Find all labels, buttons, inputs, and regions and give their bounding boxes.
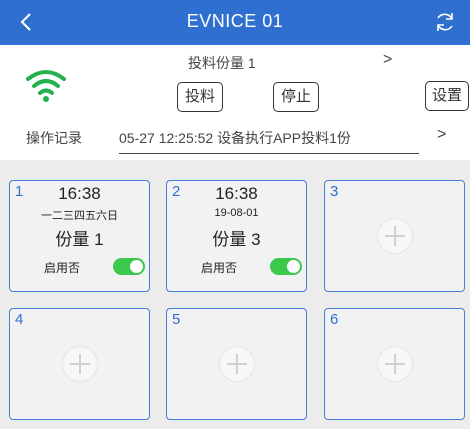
slot-number: 3 — [330, 183, 339, 200]
page-title: EVNICE 01 — [186, 11, 284, 31]
feed-portion-label: 投料份量 1 — [188, 55, 256, 71]
toggle-knob — [130, 260, 143, 273]
schedule-card-3[interactable]: 3 — [324, 180, 465, 292]
toggle-knob — [287, 260, 300, 273]
log-label: 操作记录 — [26, 130, 82, 146]
schedule-portion: 份量 1 — [55, 230, 104, 249]
wifi-icon — [26, 70, 66, 102]
schedule-card-6[interactable]: 6 — [324, 308, 465, 420]
refresh-button[interactable] — [432, 9, 458, 35]
enable-label: 启用否 — [44, 261, 81, 275]
schedule-card-4[interactable]: 4 — [9, 308, 150, 420]
plus-icon — [69, 354, 90, 374]
schedule-card-5[interactable]: 5 — [166, 308, 307, 420]
log-entry[interactable]: 05-27 12:25:52 设备执行APP投料1份 — [119, 128, 419, 154]
schedule-grid: 1 16:38 一二三四五六日 份量 1 启用否 2 16:38 19-08-0… — [0, 160, 470, 429]
schedule-portion: 份量 3 — [212, 230, 261, 249]
schedule-days: 一二三四五六日 — [41, 210, 118, 222]
top-bar: EVNICE 01 — [0, 0, 470, 45]
schedule-card-1[interactable]: 1 16:38 一二三四五六日 份量 1 启用否 — [9, 180, 150, 292]
control-panel: 投料份量 1 > 投料 停止 设置 操作记录 05-27 12:25:52 设备… — [0, 45, 470, 160]
portion-arrow[interactable]: > — [383, 51, 392, 69]
settings-button[interactable]: 设置 — [425, 81, 469, 111]
add-schedule-button[interactable] — [219, 347, 254, 381]
slot-number: 4 — [15, 311, 24, 328]
feed-button[interactable]: 投料 — [177, 82, 223, 112]
schedule-time: 16:38 — [58, 184, 101, 203]
stop-button[interactable]: 停止 — [273, 82, 319, 112]
schedule-time: 16:38 — [215, 184, 258, 203]
plus-icon — [384, 354, 405, 374]
add-schedule-button[interactable] — [62, 347, 97, 381]
schedule-date: 19-08-01 — [214, 207, 259, 219]
enable-toggle[interactable] — [270, 258, 302, 275]
add-schedule-button[interactable] — [377, 219, 412, 253]
add-schedule-button[interactable] — [377, 347, 412, 381]
plus-icon — [384, 226, 405, 246]
enable-label: 启用否 — [201, 261, 238, 275]
schedule-card-2[interactable]: 2 16:38 19-08-01 份量 3 启用否 — [166, 180, 307, 292]
plus-icon — [226, 354, 247, 374]
log-arrow[interactable]: > — [437, 126, 446, 144]
enable-toggle[interactable] — [113, 258, 145, 275]
refresh-icon — [437, 13, 453, 31]
slot-number: 6 — [330, 311, 339, 328]
slot-number: 5 — [172, 311, 181, 328]
